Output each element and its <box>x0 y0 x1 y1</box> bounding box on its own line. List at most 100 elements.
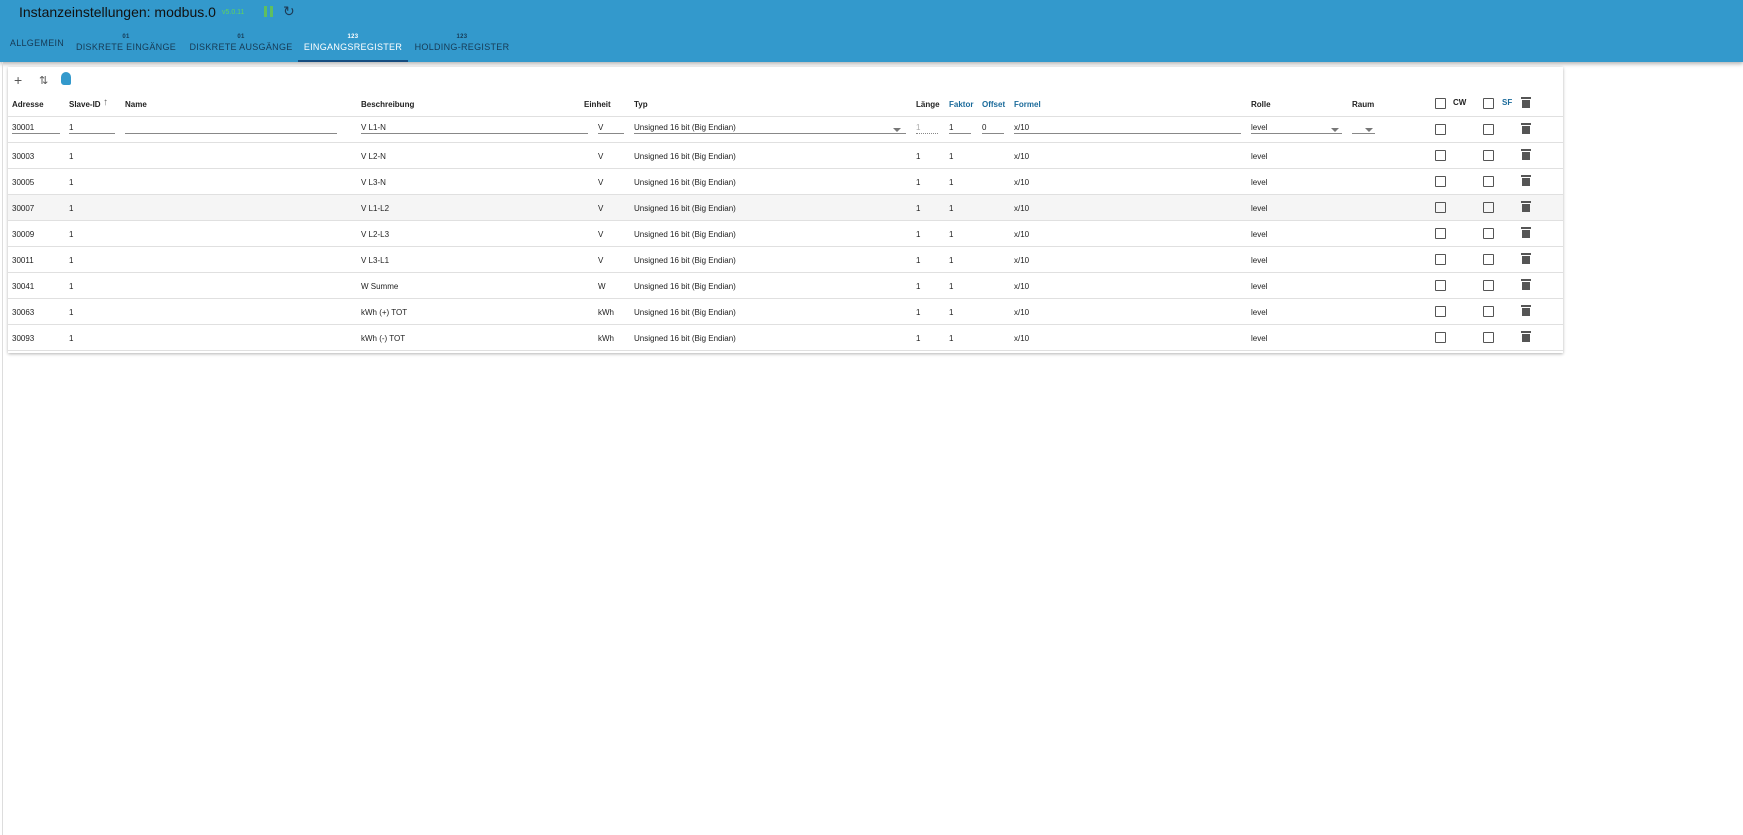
col-name[interactable]: Name <box>125 100 147 109</box>
length-field: 1 <box>916 152 921 161</box>
sf-checkbox[interactable] <box>1483 228 1494 239</box>
sf-checkbox[interactable] <box>1483 332 1494 343</box>
cw-checkbox[interactable] <box>1435 306 1446 317</box>
slave-id-field: 1 <box>69 334 74 343</box>
factor-field[interactable]: 1 <box>949 123 971 134</box>
sort-arrow-up-icon[interactable]: ↑ <box>103 97 108 108</box>
address-field: 30063 <box>12 308 35 317</box>
col-faktor[interactable]: Faktor <box>949 100 973 109</box>
role-select[interactable]: level <box>1251 123 1342 134</box>
description-field: V L3-N <box>361 178 386 187</box>
delete-all-icon[interactable] <box>1521 97 1531 108</box>
formula-field: x/10 <box>1014 230 1030 239</box>
tab-badge: 01 <box>122 34 130 40</box>
delete-icon[interactable] <box>1521 227 1531 238</box>
col-slave-id[interactable]: Slave-ID <box>69 100 101 109</box>
cw-all-checkbox[interactable] <box>1435 98 1446 109</box>
sort-icon[interactable]: ⇅ <box>39 74 48 87</box>
cw-checkbox[interactable] <box>1435 150 1446 161</box>
delete-icon[interactable] <box>1521 175 1531 186</box>
type-select: Unsigned 16 bit (Big Endian) <box>634 178 736 187</box>
slave-id-field[interactable]: 1 <box>69 123 115 134</box>
delete-icon[interactable] <box>1521 201 1531 212</box>
add-icon[interactable]: + <box>14 72 22 88</box>
sf-checkbox[interactable] <box>1483 150 1494 161</box>
delete-icon[interactable] <box>1521 279 1531 290</box>
sf-checkbox[interactable] <box>1483 306 1494 317</box>
col-einheit[interactable]: Einheit <box>584 100 611 109</box>
delete-icon[interactable] <box>1521 305 1531 316</box>
unit-field[interactable]: V <box>598 123 624 134</box>
reload-icon[interactable]: ↻ <box>283 3 295 20</box>
cw-checkbox[interactable] <box>1435 202 1446 213</box>
sf-checkbox[interactable] <box>1483 124 1494 135</box>
tab-badge: 01 <box>237 34 245 40</box>
offset-field[interactable]: 0 <box>982 123 1004 134</box>
type-select: Unsigned 16 bit (Big Endian) <box>634 256 736 265</box>
factor-field: 1 <box>949 308 954 317</box>
slave-id-field: 1 <box>69 152 74 161</box>
role-select: level <box>1251 204 1268 213</box>
factor-field: 1 <box>949 230 954 239</box>
unit-field: kWh <box>598 308 614 317</box>
name-field[interactable] <box>125 123 337 134</box>
delete-icon[interactable] <box>1521 123 1531 134</box>
sf-checkbox[interactable] <box>1483 202 1494 213</box>
col-raum[interactable]: Raum <box>1352 100 1374 109</box>
delete-icon[interactable] <box>1521 331 1531 342</box>
table-row: 30005 1 V L3-N V Unsigned 16 bit (Big En… <box>8 169 1563 195</box>
formula-field[interactable]: x/10 <box>1014 123 1241 134</box>
type-select[interactable]: Unsigned 16 bit (Big Endian) <box>634 123 906 134</box>
table-row: 30001 1 V L1-N V Unsigned 16 bit (Big En… <box>8 117 1563 143</box>
unit-field: V <box>598 152 604 161</box>
factor-field: 1 <box>949 256 954 265</box>
sf-checkbox[interactable] <box>1483 176 1494 187</box>
cw-checkbox[interactable] <box>1435 176 1446 187</box>
formula-field: x/10 <box>1014 282 1030 291</box>
tab-eingangsregister[interactable]: 123 EINGANGSREGISTER <box>298 34 408 62</box>
col-laenge[interactable]: Länge <box>916 100 940 109</box>
sf-checkbox[interactable] <box>1483 280 1494 291</box>
tab-diskrete-ausgaenge[interactable]: 01 DISKRETE AUSGÄNGE <box>186 34 296 62</box>
address-field: 30007 <box>12 204 35 213</box>
address-field: 30009 <box>12 230 35 239</box>
description-field: kWh (-) TOT <box>361 334 406 343</box>
delete-icon[interactable] <box>1521 253 1531 264</box>
address-field[interactable]: 30001 <box>12 123 60 134</box>
factor-field: 1 <box>949 282 954 291</box>
col-rolle[interactable]: Rolle <box>1251 100 1271 109</box>
delete-icon[interactable] <box>1521 149 1531 160</box>
role-select: level <box>1251 152 1268 161</box>
length-field: 1 <box>916 282 921 291</box>
col-sf: SF <box>1502 98 1513 107</box>
pause-icon[interactable] <box>264 6 273 17</box>
type-select: Unsigned 16 bit (Big Endian) <box>634 282 736 291</box>
col-beschreibung[interactable]: Beschreibung <box>361 100 414 109</box>
unit-field: V <box>598 230 604 239</box>
col-typ[interactable]: Typ <box>634 100 648 109</box>
sf-all-checkbox[interactable] <box>1483 98 1494 109</box>
chevron-down-icon[interactable] <box>1331 128 1339 132</box>
sf-checkbox[interactable] <box>1483 254 1494 265</box>
role-select: level <box>1251 178 1268 187</box>
chevron-down-icon[interactable] <box>1365 128 1373 132</box>
tab-label: DISKRETE EINGÄNGE <box>75 42 177 52</box>
cw-checkbox[interactable] <box>1435 280 1446 291</box>
page-title: Instanzeinstellungen: modbus.0 <box>19 4 216 20</box>
col-offset[interactable]: Offset <box>982 100 1005 109</box>
address-field: 30041 <box>12 282 35 291</box>
cw-checkbox[interactable] <box>1435 254 1446 265</box>
tab-holding-register[interactable]: 123 HOLDING-REGISTER <box>412 34 512 62</box>
chevron-down-icon[interactable] <box>893 128 901 132</box>
tab-diskrete-eingaenge[interactable]: 01 DISKRETE EINGÄNGE <box>74 34 178 62</box>
col-formel[interactable]: Formel <box>1014 100 1041 109</box>
col-adresse[interactable]: Adresse <box>12 100 44 109</box>
tab-allgemein[interactable]: ALLGEMEIN <box>4 34 70 62</box>
description-field[interactable]: V L1-N <box>361 123 588 134</box>
cw-checkbox[interactable] <box>1435 228 1446 239</box>
cw-checkbox[interactable] <box>1435 332 1446 343</box>
import-head-icon[interactable] <box>61 72 71 85</box>
formula-field: x/10 <box>1014 204 1030 213</box>
cw-checkbox[interactable] <box>1435 124 1446 135</box>
unit-field: V <box>598 256 604 265</box>
